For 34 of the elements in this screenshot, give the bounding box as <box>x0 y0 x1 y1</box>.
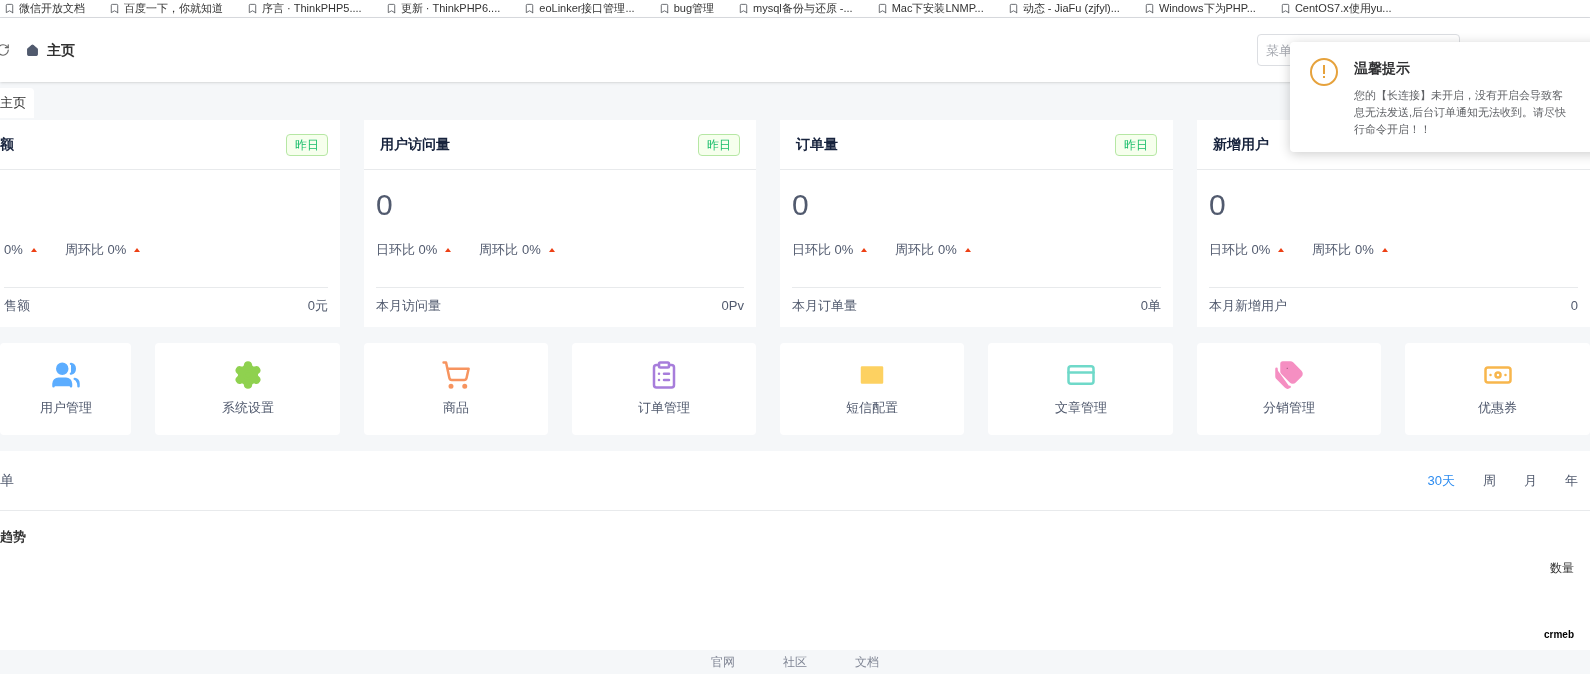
stat-value: 0 <box>376 190 393 220</box>
notification-text: 息无法发送,后台订单通知无法收到。请尽快 <box>1354 105 1567 120</box>
week-ratio: 周环比 0% <box>895 241 957 259</box>
footer-value: 0 <box>1570 296 1578 315</box>
notification-text: 您的【长连接】未开启，没有开启会导致客 <box>1354 88 1564 103</box>
card-title: 订单量 <box>796 135 838 154</box>
period-tag: 昨日 <box>698 133 740 156</box>
stat-value: 0 <box>792 190 809 220</box>
logo: crmeb <box>1544 628 1574 642</box>
notification-title: 温馨提示 <box>1354 59 1411 78</box>
day-ratio: 日环比 0% <box>792 241 854 259</box>
footer-value: 0Pv <box>721 296 744 315</box>
week-ratio: 周环比 0% <box>479 241 541 259</box>
card-title: 额 <box>0 135 14 154</box>
section-title: 单 <box>0 471 14 490</box>
notification-text: 行命令开启！！ <box>1354 122 1432 137</box>
chart-title: 趋势 <box>0 528 27 546</box>
day-ratio: 0% <box>4 241 23 259</box>
footer-value: 0单 <box>1140 296 1161 315</box>
period-tag: 昨日 <box>286 133 328 156</box>
footer-value: 0元 <box>307 296 328 315</box>
card-title: 新增用户 <box>1213 135 1269 154</box>
day-ratio: 日环比 0% <box>1209 241 1271 259</box>
footer-label: 本月访问量 <box>376 296 441 315</box>
week-ratio: 周环比 0% <box>64 241 127 259</box>
footer-label: 本月订单量 <box>792 296 857 315</box>
legend-label: 数量 <box>1550 559 1574 577</box>
week-ratio: 周环比 0% <box>1312 241 1374 259</box>
period-tag: 昨日 <box>1115 133 1157 156</box>
card-title: 用户访问量 <box>380 135 450 154</box>
footer-label: 售额 <box>4 296 30 315</box>
day-ratio: 日环比 0% <box>376 241 438 259</box>
stat-value: 0 <box>1209 190 1226 220</box>
footer-label: 本月新增用户 <box>1209 296 1287 315</box>
